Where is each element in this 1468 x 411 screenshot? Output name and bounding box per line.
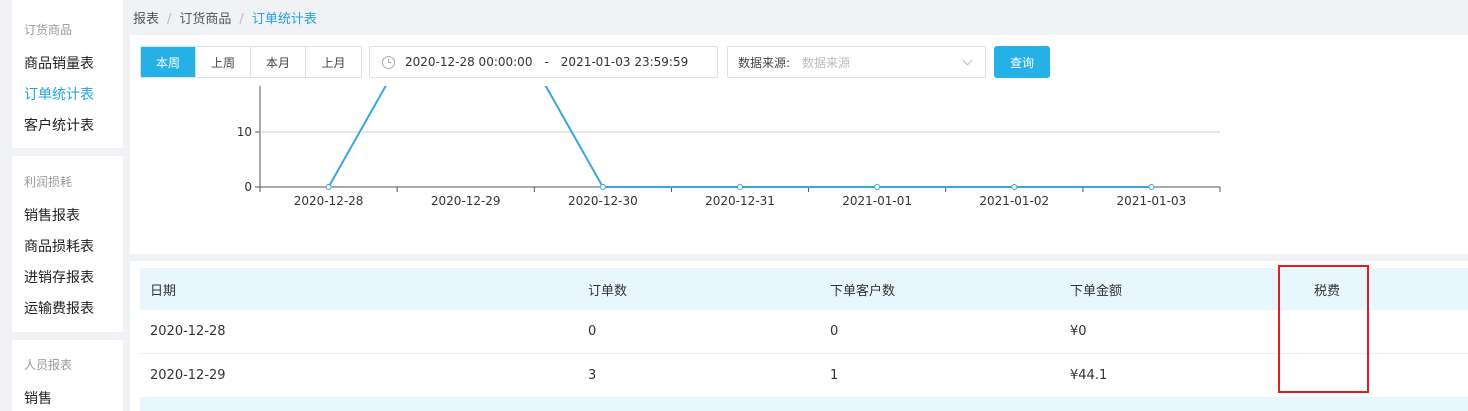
x-tick-label: 2020-12-30 [568,194,638,208]
column-header-amount: 下单金额 [1070,283,1123,299]
cell-orders: 0 [588,324,597,339]
cell-amount: ¥0 [1070,324,1087,339]
column-header-customers: 下单客户数 [830,283,896,299]
x-tick-label: 2020-12-28 [294,194,364,208]
date-range-picker[interactable]: 2020-12-28 00:00:00 - 2021-01-03 23:59:5… [369,46,718,78]
tax-column-highlight [1278,265,1369,393]
x-tick-label: 2020-12-31 [705,194,775,208]
data-point [325,184,332,190]
chevron-down-icon [962,55,973,66]
period-last-month-button[interactable]: 上月 [306,47,361,77]
table-row: 2020-12-28 0 0 ¥0 [140,310,1468,354]
x-tick-label: 2021-01-03 [1117,194,1187,208]
period-selector: 本周 上周 本月 上月 [140,46,362,78]
data-point [874,184,881,190]
data-source-select[interactable]: 数据来源: 数据来源 [727,46,986,78]
table-row: 2020-12-29 3 1 ¥44.1 [140,354,1468,398]
query-button[interactable]: 查询 [994,46,1050,78]
cell-date: 2020-12-29 [150,368,226,383]
cell-customers: 1 [830,368,839,383]
cell-orders: 3 [588,368,597,383]
data-point [1011,184,1018,190]
x-tick-label: 2021-01-02 [979,194,1049,208]
date-separator: - [544,55,549,69]
x-tick-label: 2021-01-01 [842,194,912,208]
data-point [599,184,606,190]
cell-customers: 0 [830,324,839,339]
y-tick-label: 10 [237,125,252,139]
x-tick-label: 2020-12-29 [431,194,501,208]
clock-icon [382,55,395,69]
period-last-week-button[interactable]: 上周 [196,47,251,77]
cell-amount: ¥44.1 [1070,368,1108,383]
data-point [1148,184,1155,190]
cell-date: 2020-12-28 [150,324,226,339]
series-line [327,86,1152,188]
period-this-month-button[interactable]: 本月 [251,47,306,77]
y-tick-label: 0 [244,180,252,194]
date-start[interactable]: 2020-12-28 00:00:00 [405,55,532,69]
data-source-label: 数据来源: [738,55,791,70]
column-header-date: 日期 [150,283,177,299]
table-header: 日期 订单数 下单客户数 下单金额 税费 [140,268,1468,310]
column-header-orders: 订单数 [588,283,628,299]
period-this-week-button[interactable]: 本周 [141,47,196,77]
date-end[interactable]: 2021-01-03 23:59:59 [561,55,688,69]
data-point [737,184,743,190]
table-row-partial [140,398,1468,411]
data-source-placeholder: 数据来源 [802,55,851,70]
